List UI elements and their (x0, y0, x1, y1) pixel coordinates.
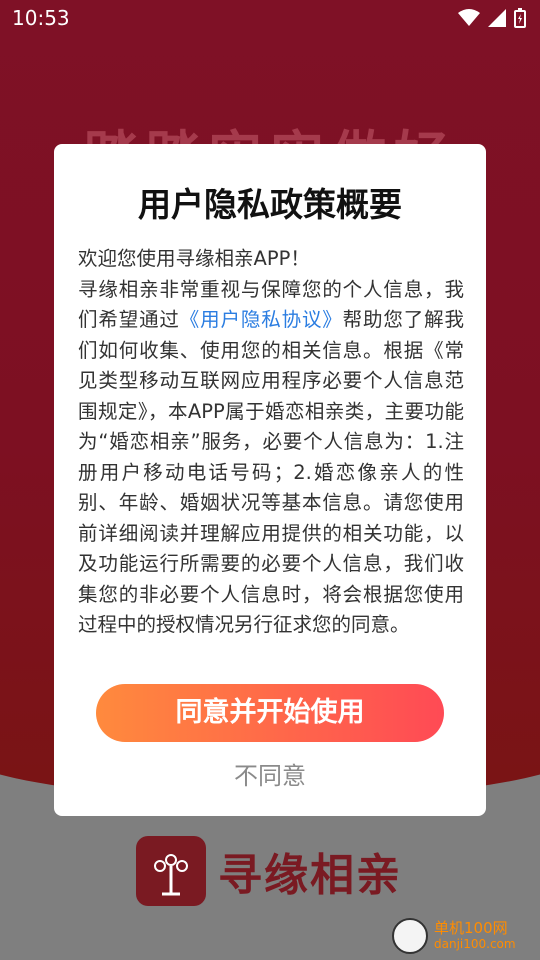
privacy-agreement-link[interactable]: 《用户隐私协议》 (180, 308, 343, 331)
agree-button[interactable]: 同意并开始使用 (96, 684, 444, 742)
watermark-line1: 单机100网 (434, 919, 508, 937)
watermark-logo-icon (392, 918, 428, 954)
watermark-text: 单机100网 danji100.com (434, 920, 516, 952)
dialog-title: 用户隐私政策概要 (138, 185, 402, 224)
disagree-button[interactable]: 不同意 (54, 756, 486, 791)
watermark-line2: danji100.com (434, 937, 516, 951)
privacy-dialog: 用户隐私政策概要 欢迎您使用寻缘相亲APP！ 寻缘相亲非常重视与保障您的个人信息… (54, 144, 486, 816)
body-text-details: 帮助您了解我们如何收集、使用您的相关信息。根据《常见类型移动互联网应用程序必要个… (78, 308, 464, 636)
dialog-body: 欢迎您使用寻缘相亲APP！ 寻缘相亲非常重视与保障您的个人信息，我们希望通过《用… (78, 244, 464, 641)
watermark: 单机100网 danji100.com (392, 918, 516, 954)
